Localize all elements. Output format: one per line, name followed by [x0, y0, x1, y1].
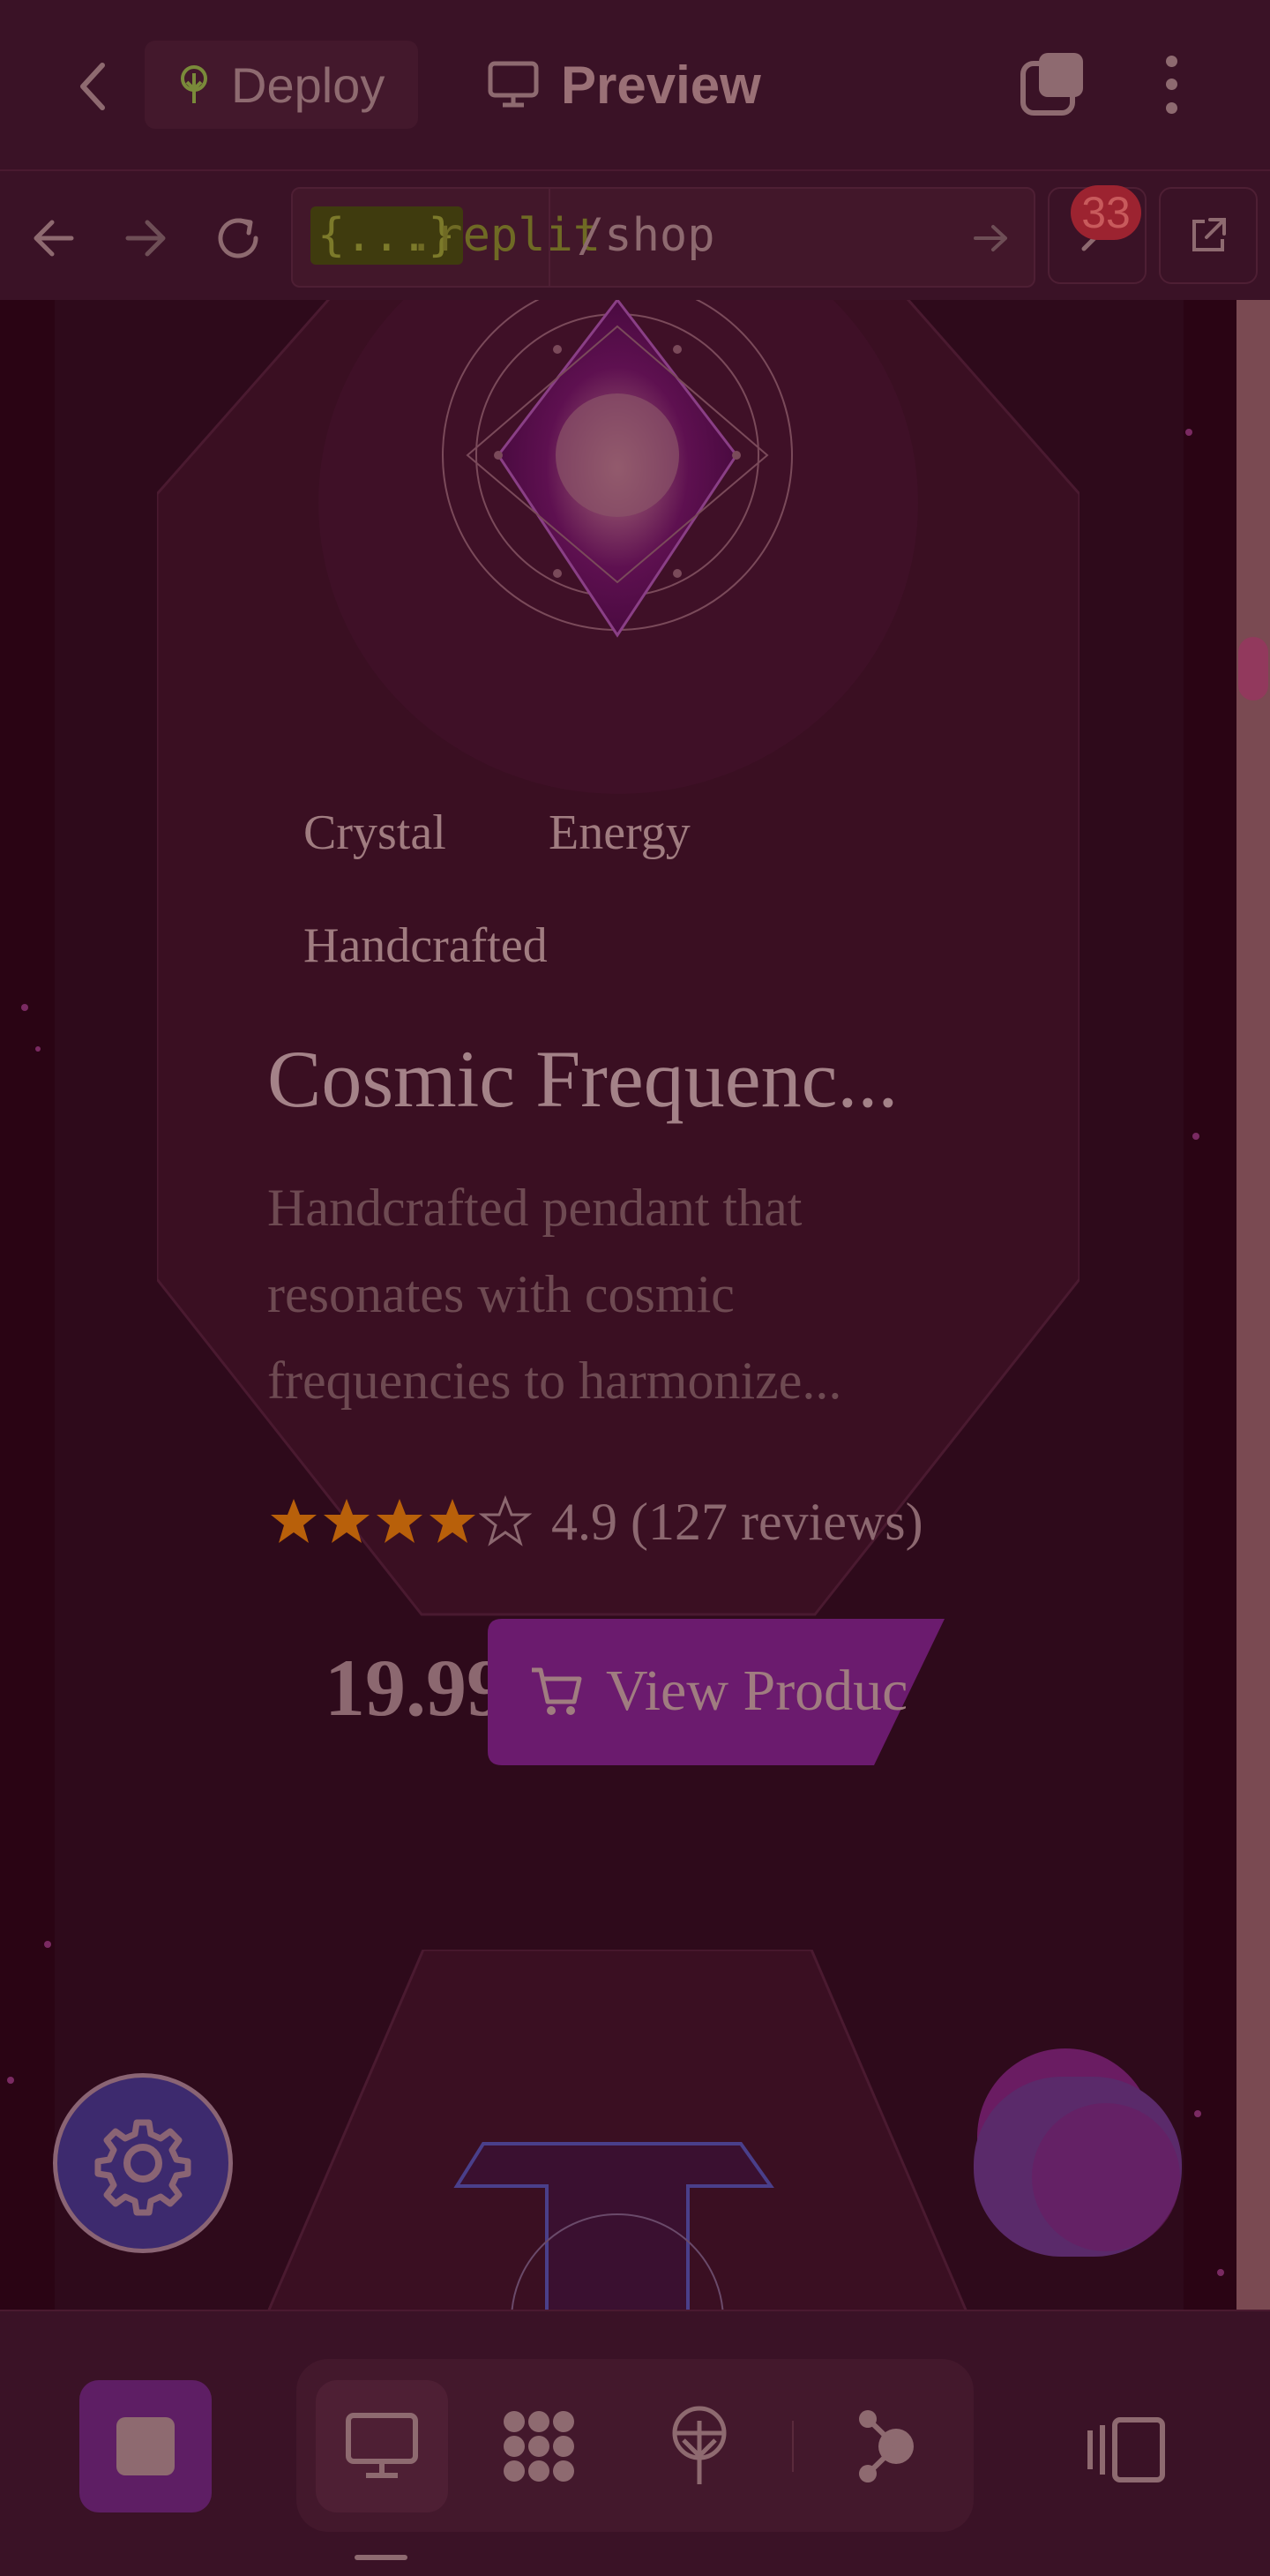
view-product-label: View Produc [606, 1659, 906, 1723]
tag-crystal: Crystal [303, 805, 446, 860]
kebab-dot [1165, 102, 1177, 115]
tool-integrations[interactable] [473, 2380, 605, 2512]
page-left-margin [0, 300, 55, 2310]
home-indicator [355, 2555, 407, 2560]
chat-assistant-button[interactable] [974, 2045, 1185, 2257]
stop-button[interactable] [79, 2380, 212, 2512]
forward-arrow-icon [125, 220, 166, 257]
back-button[interactable] [69, 55, 118, 118]
cart-icon [532, 1667, 582, 1715]
deploy-tree-icon [176, 64, 212, 105]
star-filled-icon [430, 1499, 475, 1543]
tool-deploy[interactable] [633, 2380, 766, 2512]
sparkle [7, 2077, 14, 2084]
tab-preview[interactable]: Preview [487, 41, 761, 129]
tag-energy: Energy [549, 805, 691, 860]
gear-icon [94, 2119, 191, 2216]
view-product-button[interactable]: View Produc [488, 1619, 945, 1765]
open-external-button[interactable] [1159, 187, 1258, 284]
tool-separator [792, 2421, 794, 2472]
bottom-toolbar-divider [0, 2310, 1270, 2311]
deploy-label: Deploy [231, 56, 385, 113]
split-layout-icon [1087, 2417, 1165, 2482]
sparkle [1192, 1133, 1199, 1140]
kebab-dot [1165, 55, 1177, 67]
settings-button[interactable] [53, 2073, 233, 2253]
devtools-badge: 33 [1071, 185, 1141, 240]
windows-stack-icon [1020, 53, 1083, 116]
scrollbar-thumb[interactable] [1238, 637, 1268, 700]
star-filled-icon [271, 1499, 317, 1543]
product-rating: 4.9 (127 reviews) [267, 1486, 923, 1557]
sparkle [35, 1046, 41, 1052]
rating-text: 4.9 (127 reviews) [551, 1492, 923, 1551]
scrollbar-track[interactable] [1236, 300, 1270, 2310]
url-path: /shop [577, 209, 715, 262]
sparkle [1194, 2110, 1201, 2117]
tool-agent[interactable] [820, 2380, 952, 2512]
page-right-margin [1184, 300, 1238, 2310]
sparkle [21, 1004, 28, 1011]
tool-preview[interactable] [316, 2380, 448, 2512]
monitor-icon [487, 58, 540, 111]
product-price: 19.99 [325, 1643, 507, 1733]
tag-handcrafted: Handcrafted [303, 918, 548, 973]
preview-monitor-icon [346, 2413, 418, 2478]
browser-forward-button[interactable] [118, 210, 175, 266]
product-image [442, 300, 793, 638]
external-link-icon [1192, 218, 1226, 251]
deploy-icon [672, 2406, 727, 2484]
chevron-left-icon [80, 63, 105, 110]
sparkle [44, 1941, 51, 1948]
star-empty-icon [479, 1495, 532, 1546]
sparkle [1185, 429, 1192, 436]
back-arrow-icon [34, 220, 74, 257]
next-product-card [267, 1950, 967, 2310]
url-field[interactable]: {...} .replit /shop [291, 187, 1035, 288]
integrations-icon [504, 2411, 574, 2482]
product-description: Handcrafted pendant that resonates with … [267, 1179, 842, 1410]
product-title: Cosmic Frequenc... [267, 1034, 899, 1124]
browser-back-button[interactable] [25, 210, 81, 266]
star-filled-icon [377, 1499, 422, 1543]
star-rating [267, 1495, 532, 1548]
reload-button[interactable] [210, 210, 266, 266]
more-menu-button[interactable] [1150, 49, 1192, 120]
reload-icon [218, 218, 258, 258]
go-button[interactable] [967, 213, 1016, 263]
agent-icon [859, 2410, 914, 2482]
web-preview-viewport[interactable]: Crystal Energy Handcrafted Cosmic Freque… [0, 300, 1270, 2310]
go-arrow-icon [974, 225, 1007, 251]
preview-label: Preview [561, 55, 761, 115]
kebab-dot [1165, 79, 1177, 91]
windows-button[interactable] [1018, 49, 1088, 120]
star-filled-icon [324, 1499, 370, 1543]
split-layout-button[interactable] [1081, 2410, 1169, 2490]
sparkle [1217, 2269, 1224, 2276]
stop-square-icon [116, 2417, 175, 2475]
url-host-suffix: .replit [407, 209, 601, 262]
url-separator [549, 189, 550, 286]
deploy-button[interactable]: Deploy [145, 41, 418, 129]
